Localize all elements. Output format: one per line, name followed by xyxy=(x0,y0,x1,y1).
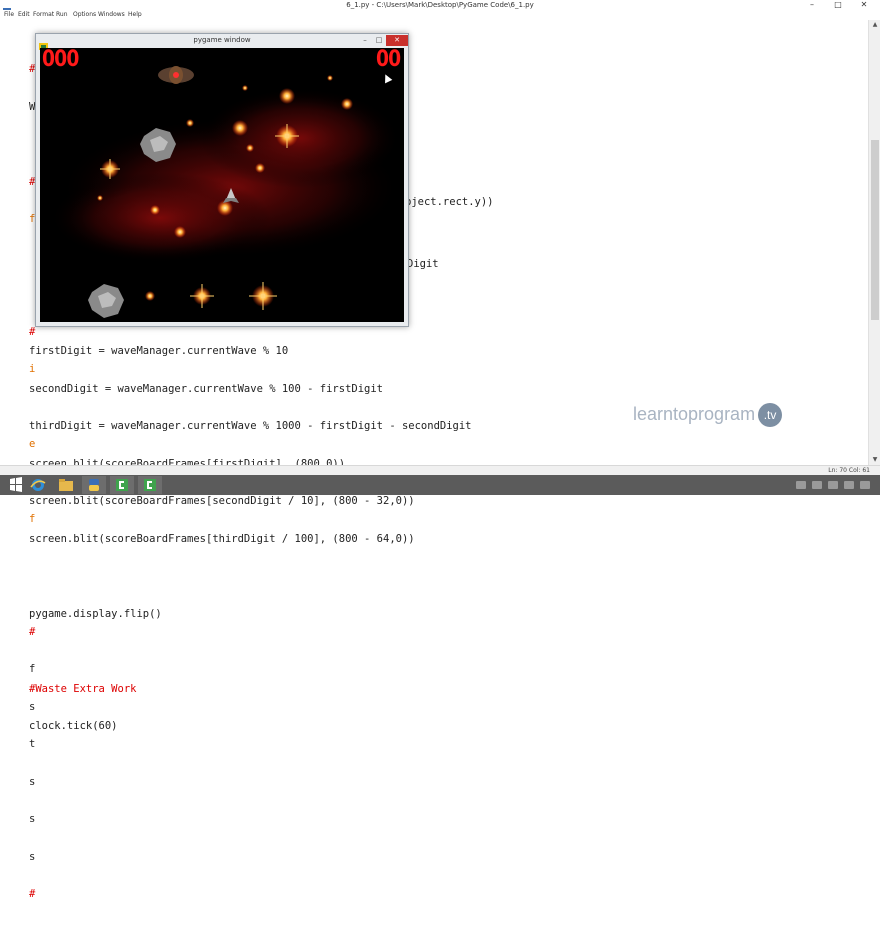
tray-icon[interactable] xyxy=(860,481,870,489)
margin-char: s xyxy=(29,813,36,825)
pygame-minimize-button[interactable]: – xyxy=(358,35,372,46)
code-line: screen.blit(scoreBoardFrames[secondDigit… xyxy=(29,495,415,507)
title-bar: 6_1.py - C:\Users\Mark\Desktop\PyGame Co… xyxy=(0,0,880,16)
window-title: 6_1.py - C:\Users\Mark\Desktop\PyGame Co… xyxy=(346,1,534,9)
system-tray xyxy=(796,478,870,492)
game-scene xyxy=(50,66,400,318)
game-canvas[interactable]: 000 00 xyxy=(40,48,404,322)
comment-line: #Waste Extra Work xyxy=(29,682,137,695)
learntoprogram-logo: learntoprogram .tv xyxy=(633,403,783,427)
maximize-button[interactable]: □ xyxy=(826,0,850,10)
menu-run[interactable]: Run xyxy=(56,10,68,20)
nebula xyxy=(50,173,270,263)
menu-windows[interactable]: Windows xyxy=(98,10,125,20)
tray-icon[interactable] xyxy=(812,481,822,489)
ie-icon[interactable] xyxy=(26,476,50,494)
pygame-maximize-button[interactable]: □ xyxy=(372,35,386,46)
menu-format[interactable]: Format xyxy=(33,10,54,20)
margin-char: s xyxy=(29,850,36,863)
margin-char: # xyxy=(29,888,36,900)
camtasia-icon[interactable] xyxy=(138,476,162,494)
scrollbar-thumb[interactable] xyxy=(871,140,879,320)
pygame-window-title: pygame window xyxy=(193,36,251,44)
menu-options[interactable]: Options xyxy=(73,10,96,20)
vertical-scrollbar[interactable]: ▲ ▼ xyxy=(868,20,880,465)
tray-icon[interactable] xyxy=(844,481,854,489)
menu-help[interactable]: Help xyxy=(128,10,142,20)
watermark-text: learntoprogram xyxy=(633,403,756,424)
minimize-button[interactable]: – xyxy=(800,0,824,10)
score-left: 000 xyxy=(42,48,79,72)
code-line: secondDigit = waveManager.currentWave % … xyxy=(29,382,384,395)
tray-icon[interactable] xyxy=(796,481,806,489)
python-icon[interactable] xyxy=(82,476,106,494)
menu-file[interactable]: File xyxy=(4,10,14,20)
code-block: firstDigit = waveManager.currentWave % 1… xyxy=(29,320,472,758)
menu-edit[interactable]: Edit xyxy=(18,10,30,20)
code-line: pygame.display.flip() xyxy=(29,607,162,620)
code-fragment: bject.rect.y)) xyxy=(405,196,494,208)
menu-bar: File Edit Format Run Options Windows Hel… xyxy=(0,10,880,20)
code-line: firstDigit = waveManager.currentWave % 1… xyxy=(29,345,289,357)
scroll-up-icon[interactable]: ▲ xyxy=(869,20,880,30)
asteroid-icon xyxy=(88,284,124,318)
nebula xyxy=(200,88,400,188)
code-line: screen.blit(scoreBoardFrames[thirdDigit … xyxy=(29,532,415,545)
tray-icon[interactable] xyxy=(828,481,838,489)
pygame-close-button[interactable]: ✕ xyxy=(386,35,408,46)
margin-char: s xyxy=(29,775,36,788)
pygame-window[interactable]: pygame window – □ ✕ 000 00 xyxy=(35,33,409,327)
close-button[interactable]: ✕ xyxy=(852,0,876,10)
taskbar xyxy=(0,475,880,495)
file-explorer-icon[interactable] xyxy=(54,476,78,494)
windows-start-icon[interactable] xyxy=(4,476,28,494)
camtasia-icon[interactable] xyxy=(110,476,134,494)
code-line: thirdDigit = waveManager.currentWave % 1… xyxy=(29,420,472,432)
code-line: clock.tick(60) xyxy=(29,720,118,732)
code-fragment: Digit xyxy=(407,258,439,270)
boss-ship-icon xyxy=(158,66,194,84)
watermark-badge: .tv xyxy=(758,403,783,427)
score-right: 00 xyxy=(376,48,401,72)
scroll-down-icon[interactable]: ▼ xyxy=(869,455,880,465)
